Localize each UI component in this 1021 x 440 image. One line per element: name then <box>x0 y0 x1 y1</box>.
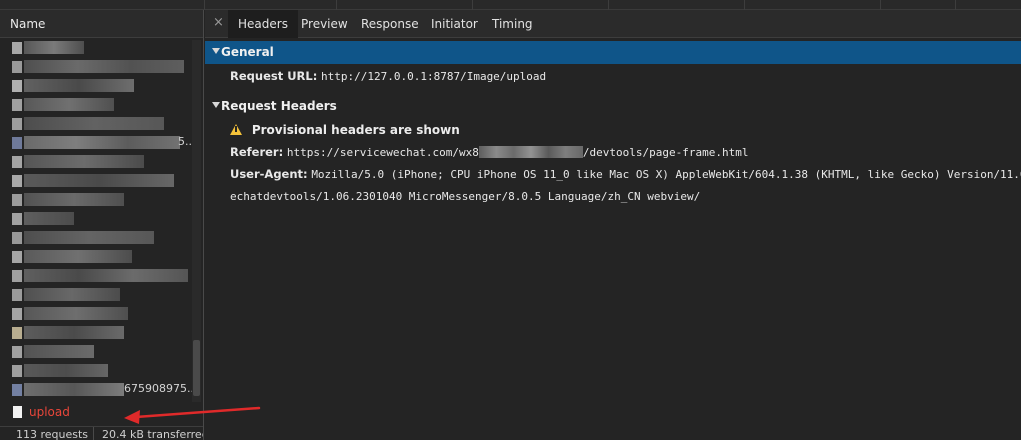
top-strip <box>0 0 1021 10</box>
header-value: http://127.0.0.1:8787/Image/upload <box>321 70 547 83</box>
header-value: echatdevtools/1.06.2301040 MicroMessenge… <box>230 190 701 203</box>
request-url-row: Request URL: http://127.0.0.1:8787/Image… <box>230 69 546 87</box>
name-column-header[interactable]: Name <box>0 10 203 38</box>
request-row[interactable] <box>0 266 203 285</box>
request-row[interactable] <box>0 304 203 323</box>
request-name: upload <box>29 405 70 419</box>
network-request-list: Name 5... 675908975... upload 113 reques… <box>0 10 204 440</box>
request-details-pane: × Headers Preview Response Initiator Tim… <box>205 10 1021 440</box>
request-count: 113 requests <box>16 428 89 440</box>
request-row[interactable]: 5... <box>0 133 203 152</box>
network-status-bar: 113 requests 20.4 kB transferred <box>0 426 203 440</box>
close-icon[interactable]: × <box>213 15 224 30</box>
user-agent-row: User-Agent: Mozilla/5.0 (iPhone; CPU iPh… <box>230 167 1021 185</box>
request-row-tail: 675908975... <box>124 382 198 395</box>
tab-preview[interactable]: Preview <box>301 10 348 38</box>
document-icon <box>13 406 22 418</box>
header-value: https://servicewechat.com/wx8 <box>286 146 479 159</box>
tab-timing[interactable]: Timing <box>492 10 533 38</box>
section-title: Request Headers <box>221 99 337 113</box>
request-row[interactable] <box>0 114 203 133</box>
name-column-label: Name <box>10 17 46 31</box>
header-key: Request URL: <box>230 69 318 83</box>
request-row[interactable] <box>0 361 203 380</box>
request-headers-section-header[interactable]: Request Headers <box>205 95 1021 118</box>
request-row[interactable] <box>0 190 203 209</box>
warning-icon <box>230 124 242 135</box>
request-row[interactable] <box>0 247 203 266</box>
tab-response[interactable]: Response <box>361 10 419 38</box>
header-value: Mozilla/5.0 (iPhone; CPU iPhone OS 11_0 … <box>311 168 1021 181</box>
red-arrow-annotation <box>124 406 261 424</box>
triangle-down-icon <box>212 102 220 108</box>
general-section-header[interactable]: General <box>205 41 1021 64</box>
request-row[interactable] <box>0 342 203 361</box>
request-row[interactable] <box>0 95 203 114</box>
tab-headers[interactable]: Headers <box>228 10 298 38</box>
request-row[interactable] <box>0 38 203 57</box>
header-value-suffix: /devtools/page-frame.html <box>582 146 749 159</box>
header-key: Referer: <box>230 145 284 159</box>
request-row[interactable] <box>0 171 203 190</box>
request-rows: 5... 675908975... <box>0 38 203 404</box>
user-agent-continuation: echatdevtools/1.06.2301040 MicroMessenge… <box>230 189 700 207</box>
list-scrollbar[interactable] <box>192 40 201 402</box>
redacted-block <box>478 146 583 158</box>
warning-text: Provisional headers are shown <box>251 123 460 137</box>
request-row[interactable] <box>0 76 203 95</box>
details-tab-bar: × Headers Preview Response Initiator Tim… <box>205 10 1021 38</box>
section-title: General <box>221 45 274 59</box>
triangle-down-icon <box>212 48 220 54</box>
request-row[interactable] <box>0 209 203 228</box>
tab-initiator[interactable]: Initiator <box>431 10 478 38</box>
request-row[interactable] <box>0 152 203 171</box>
request-row[interactable] <box>0 323 203 342</box>
request-row[interactable] <box>0 285 203 304</box>
request-row[interactable]: 675908975... <box>0 380 203 399</box>
request-row[interactable] <box>0 228 203 247</box>
header-key: User-Agent: <box>230 167 308 181</box>
referer-row: Referer: https://servicewechat.com/wx8/d… <box>230 145 749 163</box>
transfer-size: 20.4 kB transferred <box>102 428 203 440</box>
request-row[interactable] <box>0 57 203 76</box>
scrollbar-thumb[interactable] <box>193 340 200 396</box>
provisional-warning: Provisional headers are shown <box>230 123 460 141</box>
